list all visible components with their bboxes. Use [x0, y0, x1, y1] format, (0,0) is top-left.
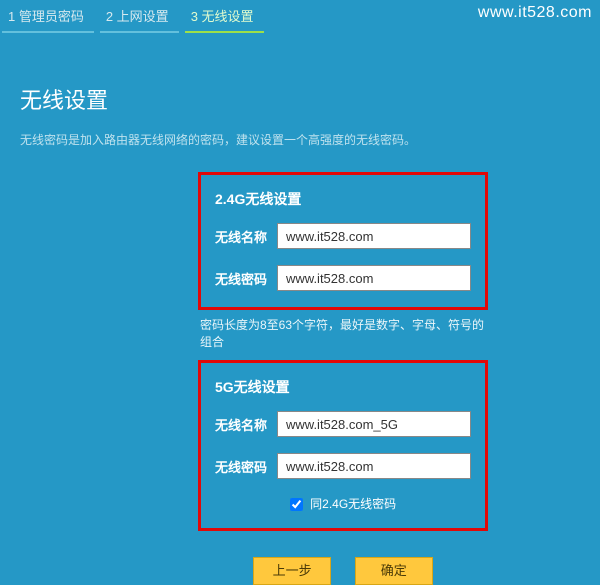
- ok-button[interactable]: 确定: [355, 557, 433, 585]
- step-wireless-settings[interactable]: 3 无线设置: [185, 6, 264, 33]
- prev-button[interactable]: 上一步: [253, 557, 331, 585]
- page-title: 无线设置: [20, 83, 580, 115]
- step-wan-settings[interactable]: 2 上网设置: [100, 6, 179, 33]
- ssid-24g-label: 无线名称: [215, 227, 277, 246]
- password-24g-input[interactable]: [277, 265, 471, 291]
- panel-24g-heading: 2.4G无线设置: [215, 189, 471, 209]
- password-24g-label: 无线密码: [215, 269, 277, 288]
- password-5g-label: 无线密码: [215, 457, 277, 476]
- same-as-24g-checkbox[interactable]: [290, 498, 303, 511]
- panel-5g-heading: 5G无线设置: [215, 377, 471, 397]
- same-as-24g-label: 同2.4G无线密码: [310, 497, 396, 511]
- ssid-5g-input[interactable]: [277, 411, 471, 437]
- ssid-5g-label: 无线名称: [215, 415, 277, 434]
- page-description: 无线密码是加入路由器无线网络的密码，建议设置一个高强度的无线密码。: [20, 131, 580, 148]
- panel-5g: 5G无线设置 无线名称 无线密码 同2.4G无线密码: [198, 360, 488, 531]
- panel-24g: 2.4G无线设置 无线名称 无线密码: [198, 172, 488, 310]
- step-admin-password[interactable]: 1 管理员密码: [2, 6, 94, 33]
- watermark: www.it528.com: [478, 4, 592, 22]
- password-5g-input[interactable]: [277, 453, 471, 479]
- ssid-24g-input[interactable]: [277, 223, 471, 249]
- password-hint: 密码长度为8至63个字符，最好是数字、字母、符号的组合: [198, 316, 488, 350]
